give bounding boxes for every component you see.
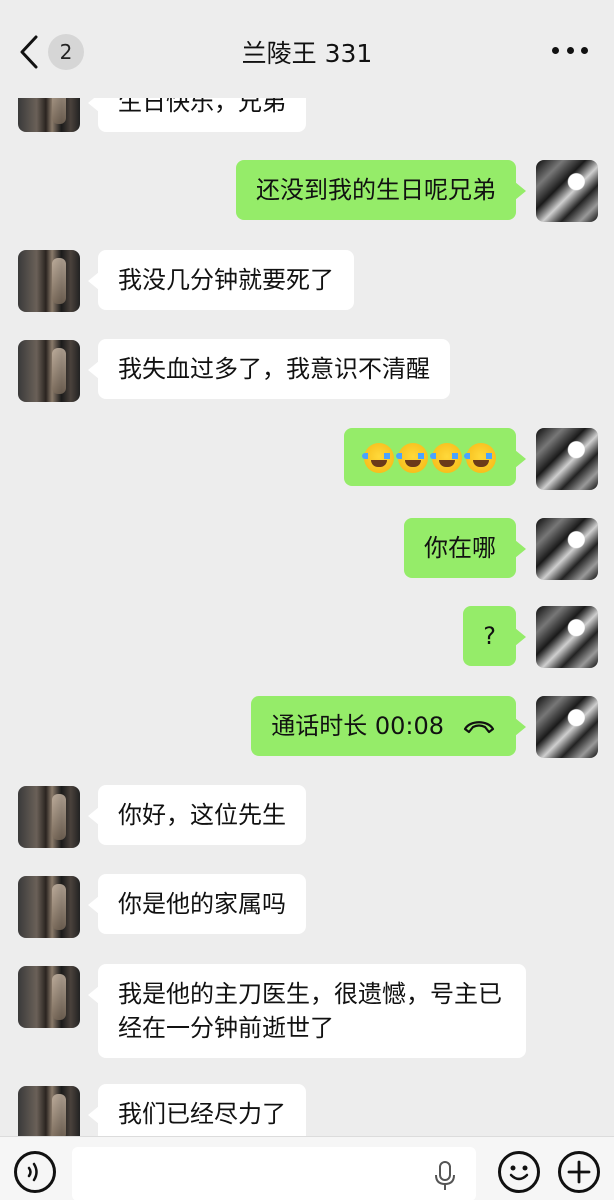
my-avatar[interactable] [536,518,598,580]
face-with-tears-of-joy-icon [362,443,396,473]
more-dot-icon [581,46,588,54]
more-dot-icon [552,46,559,54]
voice-wave-icon [27,1162,38,1182]
message-bubble[interactable]: ? [463,606,526,666]
message-input[interactable] [72,1147,476,1200]
emoji-message-bubble[interactable] [344,428,526,486]
message-bubble[interactable]: 你在哪 [404,518,526,578]
emoji-button[interactable] [498,1151,540,1193]
message-bubble[interactable]: 你是他的家属吗 [88,874,306,934]
plus-icon [567,1160,591,1184]
chat-title: 兰陵王 331 [241,39,373,68]
message-bubble[interactable]: 我没几分钟就要死了 [88,250,354,310]
face-with-tears-of-joy-icon [430,443,464,473]
call-duration-text: 通话时长 00:08 [271,712,444,740]
more-actions-button[interactable] [558,1151,600,1193]
microphone-icon[interactable] [434,1161,456,1191]
more-dot-icon [566,46,574,54]
peer-avatar[interactable] [18,340,80,402]
message-bubble[interactable]: 我是他的主刀医生，很遗憾，号主已经在一分钟前逝世了 [88,964,526,1058]
face-with-tears-of-joy-icon [464,443,498,473]
voice-input-button[interactable] [14,1151,56,1193]
peer-avatar[interactable] [18,966,80,1028]
message-bubble[interactable]: 你好，这位先生 [88,785,306,845]
peer-avatar[interactable] [18,786,80,848]
peer-avatar[interactable] [18,250,80,312]
phone-hangup-icon [463,721,495,734]
message-bubble[interactable]: 还没到我的生日呢兄弟 [236,160,526,220]
input-toolbar [0,1136,614,1200]
my-avatar[interactable] [536,160,598,222]
my-avatar[interactable] [536,696,598,758]
emoji-row [362,441,498,473]
more-options-button[interactable] [552,40,588,60]
my-avatar[interactable] [536,606,598,668]
face-with-tears-of-joy-icon [396,443,430,473]
message-bubble[interactable]: 我失血过多了，我意识不清醒 [88,339,450,399]
message-bubble[interactable]: 我们已经尽力了 [88,1084,306,1144]
call-record-bubble[interactable]: 通话时长 00:08 [251,696,526,756]
my-avatar[interactable] [536,428,598,490]
peer-avatar[interactable] [18,876,80,938]
smiley-icon [509,1165,529,1181]
chat-header: 2 兰陵王 331 [0,0,614,98]
